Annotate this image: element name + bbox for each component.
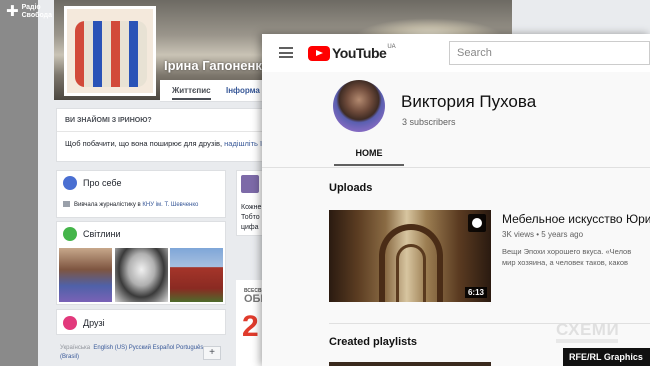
radio-svoboda-label: Радіо Свобода (21, 4, 52, 19)
search-placeholder: Search (457, 47, 492, 59)
video-title[interactable]: Мебельное искусство Юри (502, 212, 650, 226)
about-card: Про себе Вивчала журналістику в КНУ ім. … (56, 170, 226, 218)
photo-thumbnail[interactable] (170, 248, 223, 302)
tab-info[interactable]: Інформа (226, 86, 260, 95)
current-language: Українська (60, 345, 91, 351)
know-header: ВИ ЗНАЙОМІ З ІРИНОЮ? (65, 117, 152, 124)
search-input[interactable]: Search (449, 41, 650, 65)
channel-avatar[interactable] (333, 80, 385, 132)
education-line: Вивчала журналістику в КНУ ім. Т. Шевчен… (63, 201, 198, 208)
post-avatar[interactable] (241, 175, 259, 193)
region-code: UA (387, 44, 396, 50)
add-language-button[interactable]: + (203, 346, 221, 360)
playlists-heading[interactable]: Created playlists (329, 336, 417, 348)
photos-icon (63, 227, 77, 241)
post-text: Кожне Тобто цифа (241, 204, 262, 231)
friends-title[interactable]: Друзі (83, 318, 105, 328)
globe-icon (63, 176, 77, 190)
education-icon (63, 201, 70, 207)
uploads-heading[interactable]: Uploads (329, 182, 372, 194)
friends-card: Друзі (56, 309, 226, 335)
youtube-topbar: YouTube UA Search (262, 34, 650, 72)
friends-icon (63, 316, 77, 330)
playlist-thumbnail[interactable] (329, 362, 491, 366)
ad-line: 2 (242, 310, 259, 343)
about-title: Про себе (83, 178, 122, 188)
language-selector: Українська English (US) Русский Español … (60, 344, 210, 362)
youtube-channel-page: YouTube UA Search Виктория Пухова 3 subs… (262, 34, 650, 366)
video-thumbnail[interactable]: 6:13 (329, 210, 491, 302)
video-duration: 6:13 (464, 287, 487, 298)
profile-name[interactable]: Ірина Гапоненко (164, 58, 270, 73)
tab-home[interactable]: HOME (334, 144, 404, 166)
rferl-graphics-credit: RFE/RL Graphics (563, 348, 650, 366)
know-text: Щоб побачити, що вона поширює для друзів… (65, 139, 267, 148)
divider (262, 167, 650, 168)
tab-timeline[interactable]: Життєпис (172, 86, 211, 100)
youtube-logo[interactable]: YouTube UA (308, 44, 396, 62)
profile-avatar[interactable] (64, 6, 156, 96)
photo-thumbnail[interactable] (115, 248, 168, 302)
youtube-wordmark: YouTube (332, 45, 387, 61)
subscriber-count: 3 subscribers (402, 117, 456, 127)
video-meta: 3K views • 5 years ago (502, 230, 584, 239)
menu-icon[interactable] (279, 47, 293, 58)
photo-thumbnail[interactable] (59, 248, 112, 302)
watch-later-icon[interactable] (468, 214, 486, 232)
channel-name: Виктория Пухова (401, 92, 537, 111)
radio-svoboda-icon: ✚ (6, 2, 19, 20)
send-request-link[interactable]: надішліть їй (224, 139, 266, 148)
photos-title[interactable]: Світлини (83, 229, 120, 239)
radio-svoboda-logo: ✚ Радіо Свобода (6, 4, 52, 28)
university-link[interactable]: КНУ ім. Т. Шевченко (142, 202, 198, 208)
left-margin (0, 0, 38, 366)
video-description: Вещи Эпохи хорошего вкуса. «Челов мир хо… (502, 247, 632, 267)
schemy-watermark: СХЕМИ (556, 320, 619, 343)
photos-card: Світлини (56, 221, 226, 305)
youtube-play-icon (308, 45, 330, 61)
channel-header: Виктория Пухова 3 subscribers HOME (262, 72, 650, 168)
